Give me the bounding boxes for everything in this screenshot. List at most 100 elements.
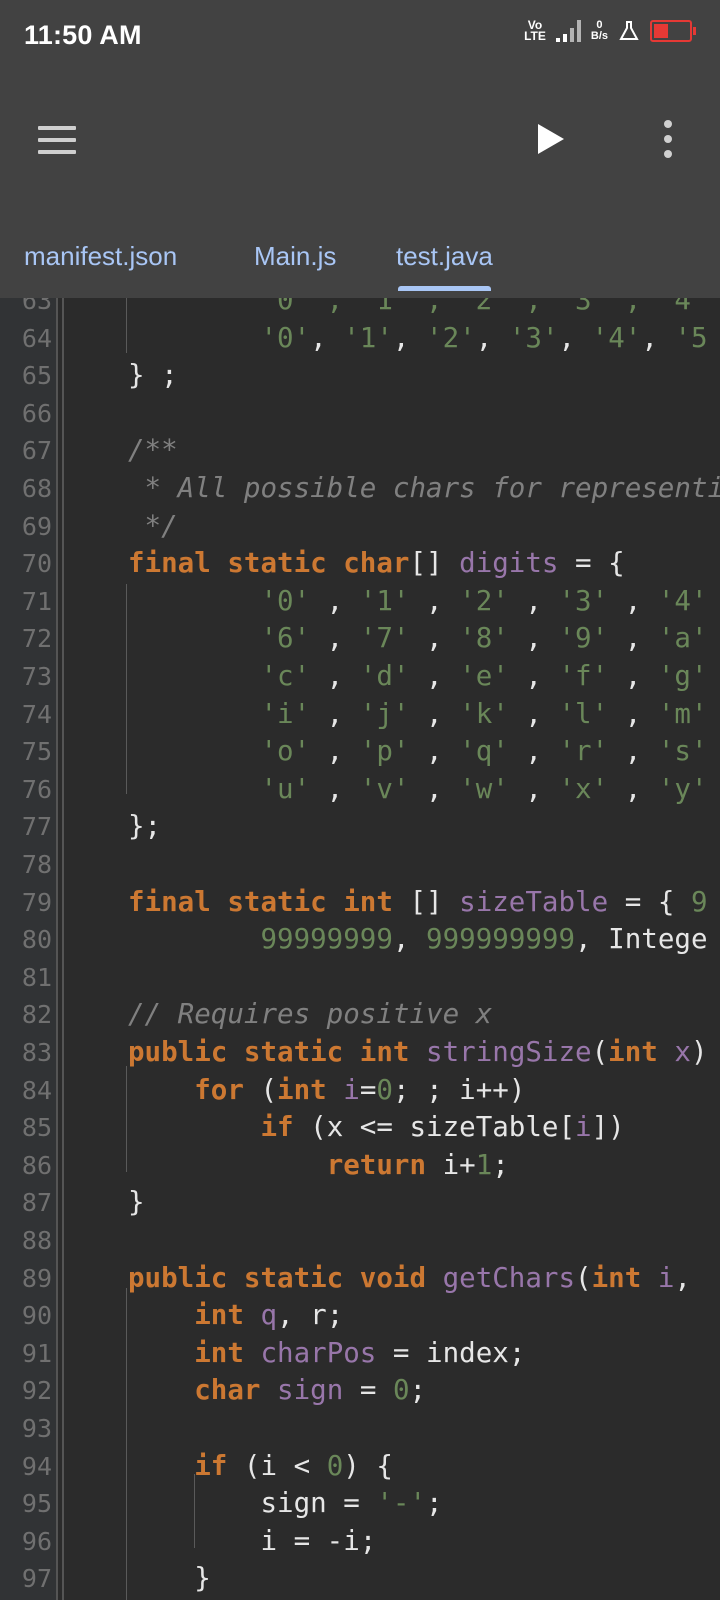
line-number: 93	[21, 1414, 52, 1443]
code-text: final static int [] sizeTable = { 9	[128, 885, 708, 918]
code-line: 81	[0, 959, 720, 997]
code-text: 'i' , 'j' , 'k' , 'l' , 'm'	[260, 697, 708, 730]
line-number: 64	[21, 323, 52, 353]
line-number: 82	[21, 1000, 52, 1030]
code-line: 71 '0' , '1' , '2' , '3' , '4'	[0, 583, 720, 621]
code-text: if (x <= sizeTable[i])	[260, 1111, 625, 1144]
code-text: // Requires positive x	[128, 998, 493, 1031]
code-line: 94 if (i < 0) {	[0, 1448, 720, 1486]
line-number: 84	[21, 1075, 52, 1105]
line-number: 77	[21, 812, 52, 842]
code-text: '0', '1', '2', '3', '4', '5	[260, 321, 708, 354]
code-line: 90 int q, r;	[0, 1297, 720, 1335]
line-number: 96	[21, 1526, 52, 1556]
code-text: i = -i;	[128, 1524, 377, 1557]
code-line: 76 'u' , 'v' , 'w' , 'x' , 'y'	[0, 771, 720, 809]
code-line: 78	[0, 846, 720, 884]
code-line: 70 final static char[] digits = {	[0, 545, 720, 583]
code-line: 65 } ;	[0, 357, 720, 395]
code-text: if (i < 0) {	[194, 1449, 393, 1482]
line-number: 88	[21, 1226, 52, 1255]
line-number: 78	[21, 850, 52, 879]
code-text: /**	[128, 434, 178, 467]
line-number: 76	[21, 774, 52, 804]
code-text: 99999999, 999999999, Intege	[260, 923, 708, 956]
line-number: 86	[21, 1150, 52, 1180]
signal-icon	[555, 18, 581, 42]
line-number: 68	[21, 474, 52, 503]
code-text: }	[128, 1186, 145, 1219]
code-line: 92 char sign = 0;	[0, 1372, 720, 1410]
network-speed: 0 B/s	[590, 19, 608, 42]
code-line: 64 '0', '1', '2', '3', '4', '5	[0, 320, 720, 358]
play-icon[interactable]	[538, 124, 564, 154]
code-line: 93	[0, 1410, 720, 1448]
indent-guide	[126, 1288, 127, 1600]
code-line: 88	[0, 1222, 720, 1260]
line-number: 74	[21, 699, 52, 729]
code-line: 77};	[0, 808, 720, 846]
flask-icon	[619, 21, 639, 40]
status-bar: 11:50 AM Vo LTE 0 B/s	[0, 0, 720, 78]
code-line: 89 public static void getChars(int i,	[0, 1260, 720, 1298]
code-text: '0' , '1' , '2' , '3' , '4'	[260, 584, 708, 617]
code-editor[interactable]: 63 '0' , '1' , '2' , '3' , '4' , '5'64 '…	[0, 298, 720, 1600]
indent-guide	[126, 298, 127, 353]
code-text: };	[128, 810, 162, 843]
tab-test-java[interactable]: test.java	[396, 233, 493, 293]
more-vertical-icon[interactable]	[664, 120, 674, 158]
indent-guide	[126, 1066, 127, 1172]
code-line: 80 99999999, 999999999, Intege	[0, 921, 720, 959]
code-text: 'c' , 'd' , 'e' , 'f' , 'g'	[260, 660, 708, 692]
line-number: 91	[21, 1338, 52, 1368]
code-text: char sign = 0;	[194, 1374, 427, 1407]
line-number: 66	[21, 398, 52, 428]
code-text: sign = '-';	[128, 1487, 443, 1520]
line-number: 81	[21, 962, 52, 992]
code-line: 73 'c' , 'd' , 'e' , 'f' , 'g'	[0, 658, 720, 696]
hamburger-menu-icon[interactable]	[38, 126, 76, 154]
line-number: 67	[21, 436, 52, 466]
line-number: 95	[21, 1489, 52, 1519]
status-icons: Vo LTE 0 B/s	[524, 18, 696, 42]
line-number: 69	[21, 511, 52, 541]
line-number: 83	[21, 1038, 52, 1067]
code-line: 85 if (x <= sizeTable[i])	[0, 1109, 720, 1147]
code-text: return i+1;	[326, 1148, 509, 1181]
line-number: 89	[21, 1263, 52, 1293]
status-time: 11:50 AM	[24, 20, 142, 50]
tab-main-js[interactable]: Main.js	[254, 233, 336, 293]
line-number: 97	[21, 1564, 52, 1594]
code-line: 79 final static int [] sizeTable = { 9	[0, 884, 720, 922]
line-number: 94	[21, 1451, 52, 1481]
file-tabs: manifest.json Main.js test.java	[0, 233, 720, 298]
code-text: * All possible chars for representi	[128, 472, 720, 504]
line-number: 65	[21, 361, 52, 391]
tab-manifest-json[interactable]: manifest.json	[24, 233, 177, 293]
line-number: 90	[21, 1301, 52, 1331]
code-text: '6' , '7' , '8' , '9' , 'a'	[260, 622, 708, 655]
code-text: } ;	[128, 359, 178, 392]
code-line: 68 * All possible chars for representi	[0, 470, 720, 508]
code-line: 63 '0' , '1' , '2' , '3' , '4' , '5'	[0, 298, 720, 320]
line-number: 92	[21, 1376, 52, 1406]
code-line: 84 for (int i=0; ; i++)	[0, 1072, 720, 1110]
code-text: }	[128, 1562, 211, 1595]
line-number: 73	[21, 662, 52, 691]
line-number: 85	[21, 1113, 52, 1143]
code-text: for (int i=0; ; i++)	[194, 1073, 526, 1106]
line-number: 71	[21, 586, 52, 616]
indent-guide	[194, 1474, 195, 1548]
line-number: 75	[21, 737, 52, 767]
code-line: 74 'i' , 'j' , 'k' , 'l' , 'm'	[0, 696, 720, 734]
code-text: public static int stringSize(int x)	[128, 1036, 708, 1068]
code-line: 95 sign = '-';	[0, 1485, 720, 1523]
code-text: public static void getChars(int i,	[128, 1261, 691, 1294]
code-line: 91 int charPos = index;	[0, 1335, 720, 1373]
line-number: 72	[21, 624, 52, 654]
code-text: 'o' , 'p' , 'q' , 'r' , 's'	[260, 735, 708, 768]
code-text: '0' , '1' , '2' , '3' , '4' , '5'	[260, 298, 708, 316]
line-number: 70	[21, 549, 52, 579]
code-line: 87}	[0, 1184, 720, 1222]
battery-icon	[650, 20, 696, 42]
